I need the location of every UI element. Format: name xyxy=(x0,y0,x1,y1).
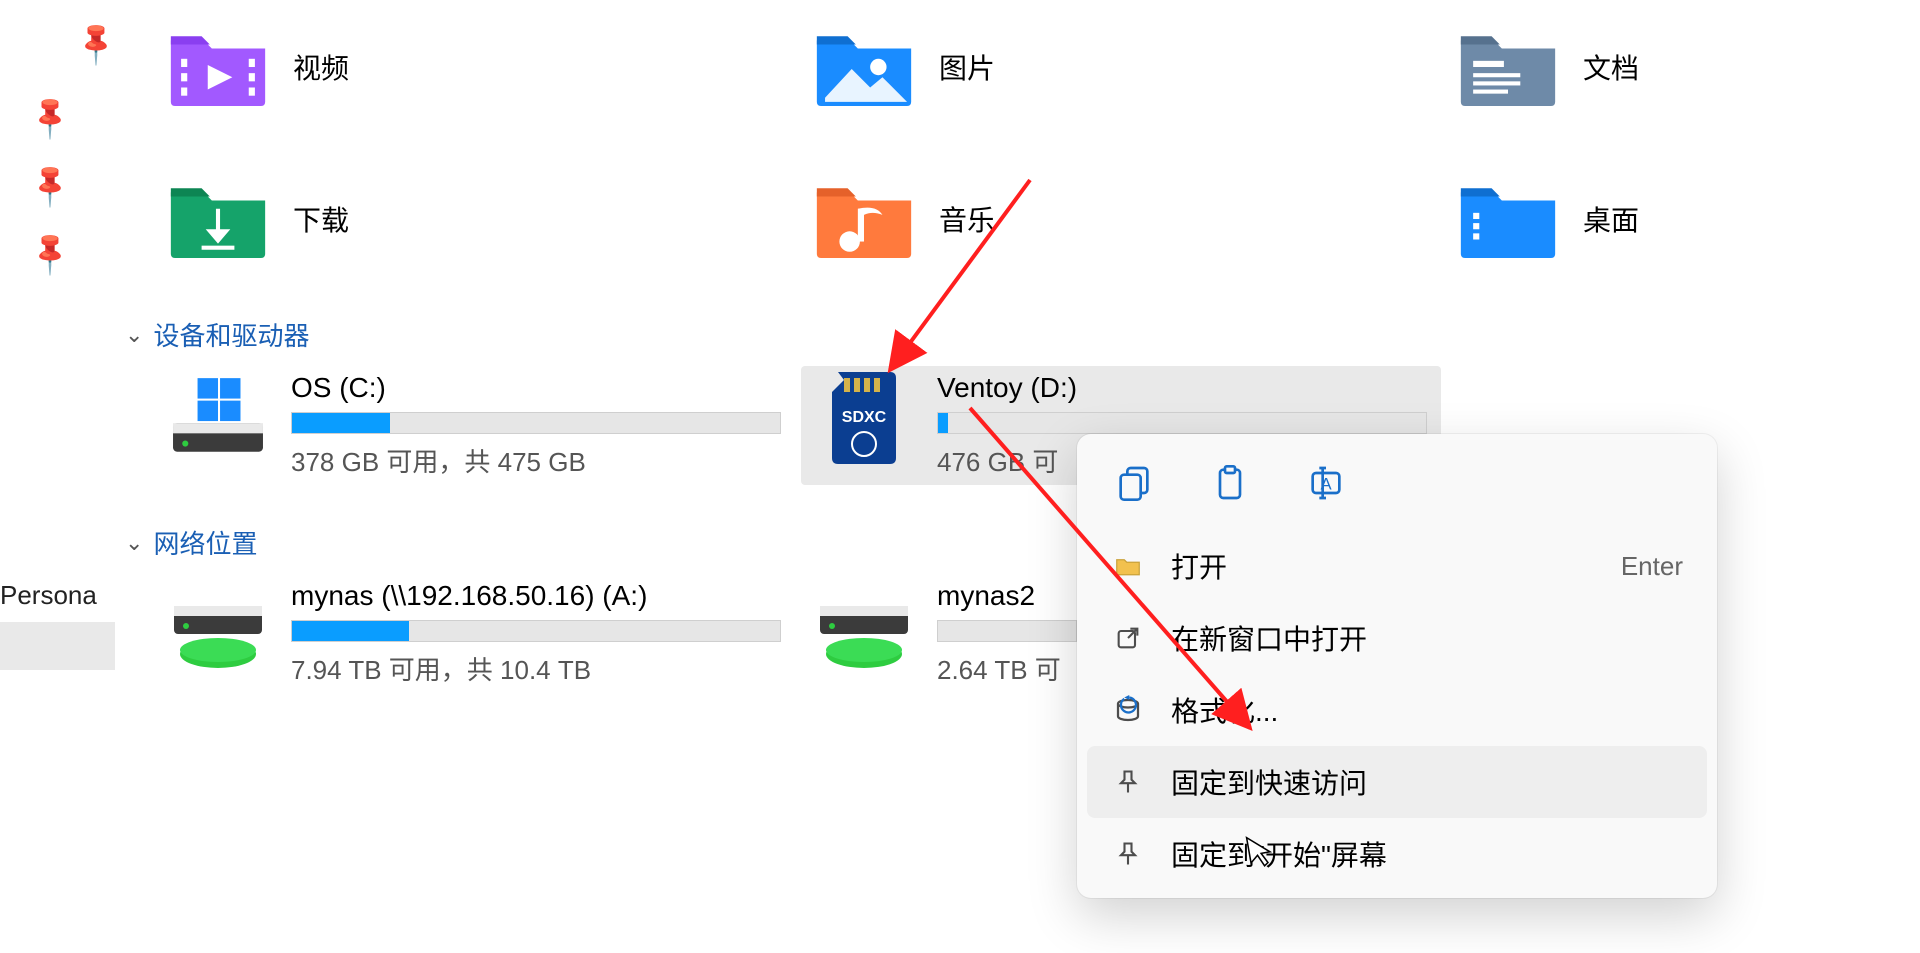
music-folder-icon xyxy=(811,178,917,260)
copy-icon[interactable] xyxy=(1111,460,1157,506)
documents-folder-icon xyxy=(1455,26,1561,108)
menu-item-open-new-window[interactable]: 在新窗口中打开 xyxy=(1087,602,1707,674)
drive-usage-bar xyxy=(937,620,1077,642)
drive-usage-text: 7.94 TB 可用，共 10.4 TB xyxy=(291,650,781,687)
drive-name: mynas2 xyxy=(937,580,1077,612)
menu-label: 打开 xyxy=(1171,546,1595,586)
chevron-down-icon: ⌄ xyxy=(125,530,143,556)
sidebar-item-selected[interactable] xyxy=(0,622,115,670)
svg-text:A: A xyxy=(1320,475,1332,494)
drive-usage-bar xyxy=(291,620,781,642)
menu-item-pin-start[interactable]: 固定到"开始"屏幕 xyxy=(1087,818,1707,890)
section-label: 网络位置 xyxy=(153,524,257,561)
pin-icon: 📌 xyxy=(71,18,122,69)
drive-mynas2[interactable]: mynas2 2.64 TB 可 xyxy=(801,574,1087,693)
sd-card-icon: SDXC xyxy=(811,372,917,464)
drive-name: mynas (\\192.168.50.16) (A:) xyxy=(291,580,781,612)
downloads-folder-icon xyxy=(165,178,271,260)
drive-os-icon xyxy=(165,372,271,464)
network-drive-icon xyxy=(811,580,917,672)
rename-icon[interactable]: A xyxy=(1303,460,1349,506)
section-network[interactable]: ⌄ 网络位置 xyxy=(125,524,257,561)
menu-item-format[interactable]: 格式化... xyxy=(1087,674,1707,746)
pin-icon: 📌 xyxy=(25,92,76,143)
folder-pictures[interactable]: 图片 xyxy=(811,26,995,108)
drive-usage-text: 378 GB 可用，共 475 GB xyxy=(291,442,781,479)
section-label: 设备和驱动器 xyxy=(153,316,309,353)
folder-videos[interactable]: 视频 xyxy=(165,26,349,108)
folder-downloads[interactable]: 下载 xyxy=(165,178,349,260)
format-icon xyxy=(1111,693,1145,727)
folder-label: 音乐 xyxy=(939,199,995,239)
drive-name: OS (C:) xyxy=(291,372,781,404)
context-menu: A 打开 Enter 在新窗口中打开 格式化... xyxy=(1077,434,1717,898)
folder-label: 图片 xyxy=(939,47,995,87)
quick-access-sidebar: 📌 📌 📌 📌 Persona xyxy=(0,0,115,953)
svg-text:SDXC: SDXC xyxy=(842,409,887,426)
drive-usage-bar xyxy=(937,412,1427,434)
menu-label: 固定到快速访问 xyxy=(1171,762,1683,802)
drive-usage-bar xyxy=(291,412,781,434)
folder-label: 视频 xyxy=(293,47,349,87)
pin-icon xyxy=(1111,765,1145,799)
chevron-down-icon: ⌄ xyxy=(125,322,143,348)
sidebar-item-personal[interactable]: Persona xyxy=(0,580,103,611)
desktop-folder-icon xyxy=(1455,178,1561,260)
menu-label: 在新窗口中打开 xyxy=(1171,618,1683,658)
open-new-window-icon xyxy=(1111,621,1145,655)
open-icon xyxy=(1111,549,1145,583)
folder-label: 文档 xyxy=(1583,47,1639,87)
menu-item-open[interactable]: 打开 Enter xyxy=(1087,530,1707,602)
drive-name: Ventoy (D:) xyxy=(937,372,1427,404)
section-devices[interactable]: ⌄ 设备和驱动器 xyxy=(125,316,309,353)
menu-item-pin-quick-access[interactable]: 固定到快速访问 xyxy=(1087,746,1707,818)
folder-label: 桌面 xyxy=(1583,199,1639,239)
folder-desktop[interactable]: 桌面 xyxy=(1455,178,1639,260)
context-toolbar: A xyxy=(1087,448,1707,530)
menu-label: 格式化... xyxy=(1171,690,1683,730)
network-drive-icon xyxy=(165,580,271,672)
folder-documents[interactable]: 文档 xyxy=(1455,26,1639,108)
pin-icon: 📌 xyxy=(25,160,76,211)
pin-icon xyxy=(1111,837,1145,871)
pin-icon: 📌 xyxy=(25,228,76,279)
folder-music[interactable]: 音乐 xyxy=(811,178,995,260)
drive-os-c[interactable]: OS (C:) 378 GB 可用，共 475 GB xyxy=(155,366,791,485)
videos-folder-icon xyxy=(165,26,271,108)
drive-mynas[interactable]: mynas (\\192.168.50.16) (A:) 7.94 TB 可用，… xyxy=(155,574,791,693)
pictures-folder-icon xyxy=(811,26,917,108)
paste-icon[interactable] xyxy=(1207,460,1253,506)
folder-label: 下载 xyxy=(293,199,349,239)
drive-usage-text: 2.64 TB 可 xyxy=(937,650,1077,687)
menu-shortcut: Enter xyxy=(1621,551,1683,582)
menu-label: 固定到"开始"屏幕 xyxy=(1171,834,1683,874)
